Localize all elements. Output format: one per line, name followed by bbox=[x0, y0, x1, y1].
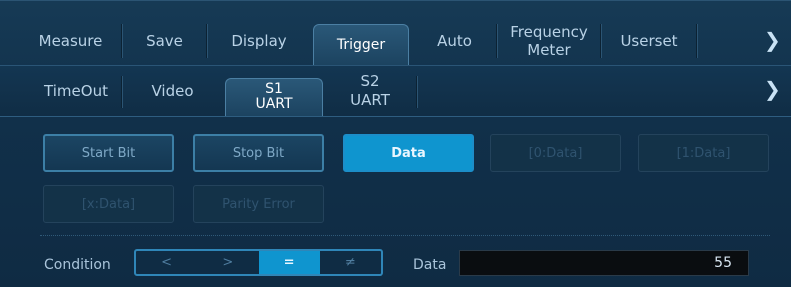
tab-measure-label: Measure bbox=[38, 31, 103, 50]
subtab-timeout-label: TimeOut bbox=[44, 81, 108, 100]
data-1-button: [1:Data] bbox=[638, 134, 769, 172]
tab-auto[interactable]: Auto bbox=[412, 16, 497, 65]
tab-save-label: Save bbox=[146, 31, 183, 50]
data-label: Data bbox=[413, 257, 447, 273]
stop-bit-button[interactable]: Stop Bit bbox=[193, 134, 324, 172]
subtab-video[interactable]: Video bbox=[122, 68, 223, 114]
condition-label: Condition bbox=[44, 257, 111, 273]
top-menu-bar: Measure Save Display Trigger Auto Freque… bbox=[0, 16, 791, 65]
data-0-button: [0:Data] bbox=[490, 134, 621, 172]
subtab-s2-uart-line1: S2 bbox=[360, 72, 380, 90]
subtab-video-label: Video bbox=[151, 81, 194, 100]
subtab-s1-uart[interactable]: S1 UART bbox=[225, 78, 323, 116]
condition-less-than-option[interactable]: < bbox=[136, 251, 197, 274]
tab-userset[interactable]: Userset bbox=[601, 16, 697, 65]
condition-greater-than-option[interactable]: > bbox=[197, 251, 258, 274]
condition-selector: < > = ≠ bbox=[134, 249, 383, 276]
subtab-s2-uart[interactable]: S2 UART bbox=[323, 68, 417, 114]
tab-frequency-meter-line1: Frequency bbox=[510, 22, 588, 41]
tab-frequency-meter[interactable]: Frequency Meter bbox=[497, 16, 601, 65]
parity-error-button: Parity Error bbox=[193, 185, 324, 223]
tab-display-label: Display bbox=[231, 31, 287, 50]
data-value-field[interactable]: 55 bbox=[459, 250, 749, 276]
tab-trigger[interactable]: Trigger bbox=[313, 24, 409, 65]
subtab-timeout[interactable]: TimeOut bbox=[30, 68, 122, 114]
tab-userset-label: Userset bbox=[620, 31, 678, 50]
data-button[interactable]: Data bbox=[343, 134, 474, 172]
data-x-button: [x:Data] bbox=[43, 185, 174, 223]
subtab-s2-uart-line2: UART bbox=[350, 91, 390, 109]
tab-display[interactable]: Display bbox=[207, 16, 311, 65]
tab-trigger-label: Trigger bbox=[336, 37, 386, 53]
subtab-s1-uart-line2: UART bbox=[255, 95, 293, 112]
sub-tab-next-chevron-icon[interactable]: ❯ bbox=[764, 77, 781, 101]
tab-save[interactable]: Save bbox=[122, 16, 207, 65]
sub-tab-bar: TimeOut Video S1 UART S2 UART ❯ bbox=[0, 65, 791, 117]
condition-not-equal-option[interactable]: ≠ bbox=[320, 251, 381, 274]
trigger-settings-panel: Measure Save Display Trigger Auto Freque… bbox=[0, 0, 791, 287]
tab-frequency-meter-line2: Meter bbox=[527, 40, 571, 59]
tab-measure[interactable]: Measure bbox=[19, 16, 122, 65]
start-bit-button[interactable]: Start Bit bbox=[43, 134, 174, 172]
divider bbox=[40, 235, 770, 237]
top-menu-next-chevron-icon[interactable]: ❯ bbox=[764, 28, 781, 52]
tab-auto-label: Auto bbox=[437, 31, 472, 50]
condition-equal-option[interactable]: = bbox=[258, 251, 320, 274]
